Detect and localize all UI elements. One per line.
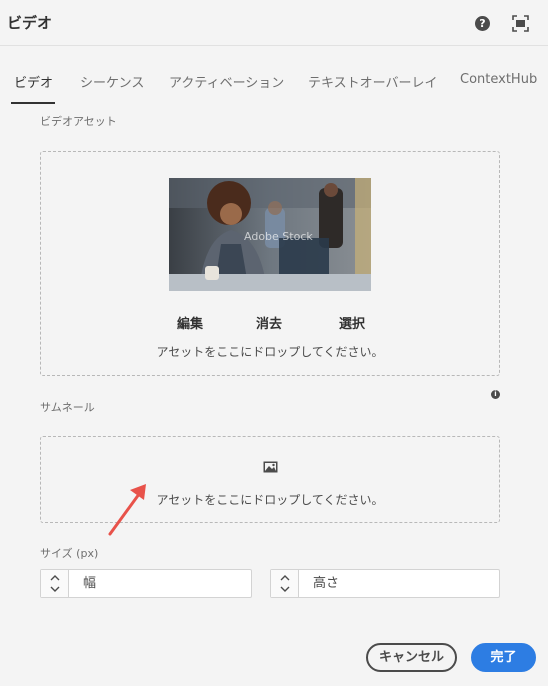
width-input[interactable] [69, 570, 251, 597]
dialog-header: ビデオ ? [0, 0, 548, 46]
fullscreen-icon[interactable] [512, 15, 529, 32]
tab-contexthub[interactable]: ContextHub [460, 72, 537, 87]
video-drop-hint: アセットをここにドロップしてください。 [156, 345, 384, 359]
tab-activation[interactable]: アクティベーション [169, 72, 284, 91]
cancel-button[interactable]: キャンセル [366, 643, 457, 672]
tab-text-overlay[interactable]: テキストオーバーレイ [308, 72, 437, 91]
done-button[interactable]: 完了 [471, 643, 536, 672]
select-button[interactable]: 選択 [339, 313, 365, 332]
height-field [270, 569, 500, 598]
video-asset-thumbnail[interactable]: Adobe Stock [169, 178, 371, 291]
info-icon[interactable]: i [491, 390, 500, 399]
video-asset-label: ビデオアセット [40, 115, 117, 128]
width-field [40, 569, 252, 598]
tab-video[interactable]: ビデオ [14, 72, 53, 91]
stock-watermark: Adobe Stock [244, 230, 313, 243]
video-preview-image: Adobe Stock [169, 178, 371, 291]
image-icon [263, 461, 278, 473]
tab-bar: ビデオ シーケンス アクティベーション テキストオーバーレイ ContextHu… [0, 58, 548, 106]
clear-button[interactable]: 消去 [256, 313, 282, 332]
tab-sequence[interactable]: シーケンス [80, 72, 144, 91]
edit-button[interactable]: 編集 [177, 313, 203, 332]
video-asset-dropzone[interactable]: Adobe Stock 編集 消去 選択 アセットをここにドロップしてください。 [40, 151, 500, 376]
height-stepper[interactable] [271, 570, 299, 597]
dialog-title: ビデオ [7, 14, 53, 32]
stepper-arrows-icon [50, 575, 60, 592]
width-stepper[interactable] [41, 570, 69, 597]
active-tab-indicator [11, 102, 55, 104]
size-label: サイズ (px) [40, 547, 99, 560]
annotation-arrow-icon [108, 484, 146, 536]
stepper-arrows-icon [280, 575, 290, 592]
thumbnail-label: サムネール [40, 401, 95, 414]
height-input[interactable] [299, 570, 499, 597]
help-icon[interactable]: ? [475, 16, 490, 31]
